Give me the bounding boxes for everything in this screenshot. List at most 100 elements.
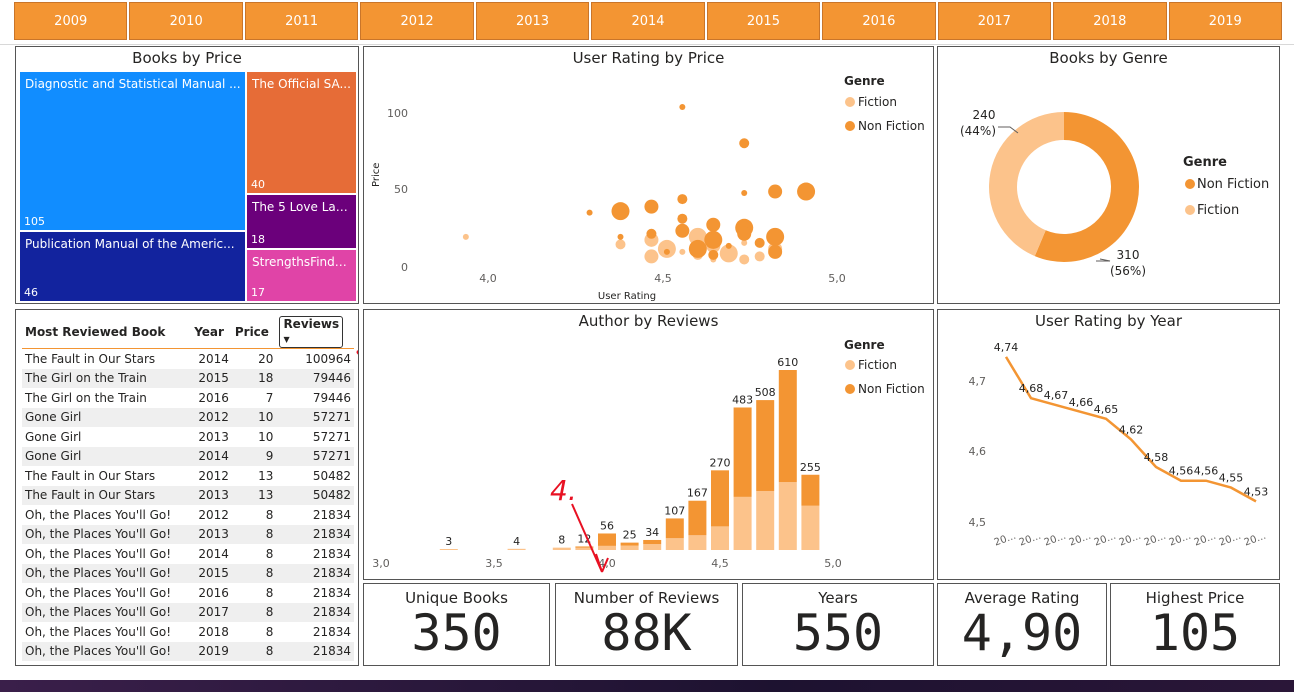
table-row[interactable]: Gone Girl 2012 10 57271 bbox=[22, 407, 354, 427]
leader-line bbox=[1096, 258, 1111, 262]
table-cell: 2013 bbox=[198, 429, 229, 444]
year-button-2014[interactable]: 2014 bbox=[591, 2, 705, 40]
table-cell: 2012 bbox=[198, 468, 229, 483]
donut-label-value: 310 bbox=[1117, 248, 1140, 262]
x-tick-label: 3,5 bbox=[485, 557, 503, 570]
table-cell: 2016 bbox=[198, 585, 229, 600]
bar-segment-fiction bbox=[801, 505, 820, 550]
most-reviewed-table-panel: Most Reviewed Book Year Price Reviews ▼ … bbox=[15, 309, 359, 666]
table-row[interactable]: Oh, the Places You'll Go! 2018 8 21834 bbox=[22, 622, 354, 642]
table-row[interactable]: Oh, the Places You'll Go! 2017 8 21834 bbox=[22, 602, 354, 622]
bar-segment-fiction bbox=[778, 482, 797, 550]
card-unique-books: Unique Books 350 bbox=[363, 583, 550, 666]
scatter-point bbox=[741, 190, 748, 197]
treemap-cell[interactable]: The Official SA... 40 bbox=[247, 72, 356, 193]
year-button-2013[interactable]: 2013 bbox=[475, 2, 590, 40]
table-cell: 21834 bbox=[276, 563, 354, 583]
donut-label-pct: (56%) bbox=[1110, 264, 1146, 278]
table-cell: 8 bbox=[231, 602, 277, 622]
treemap-cell[interactable]: The 5 Love Lan... 18 bbox=[247, 195, 356, 248]
scatter-point bbox=[679, 104, 686, 111]
bar-segment-nonfiction bbox=[598, 533, 616, 546]
panel-title: Books by Price bbox=[132, 49, 242, 67]
table-cell: 21834 bbox=[276, 602, 354, 622]
year-button-2019[interactable]: 2019 bbox=[1168, 2, 1282, 40]
table-row[interactable]: The Fault in Our Stars 2012 13 50482 bbox=[22, 466, 354, 486]
year-button-2012[interactable]: 2012 bbox=[360, 2, 474, 40]
bar-segment-fiction bbox=[643, 544, 662, 550]
scatter-point bbox=[704, 230, 723, 249]
bar-total-label: 4 bbox=[513, 535, 520, 548]
bar-total-label: 8 bbox=[558, 534, 565, 547]
card-value: 4,90 bbox=[961, 604, 1083, 662]
treemap-cell[interactable]: StrengthsFinde... 17 bbox=[247, 250, 356, 301]
treemap-cell-value: 17 bbox=[251, 286, 265, 299]
footer-band bbox=[0, 680, 1294, 692]
x-tick-label: 20... bbox=[1018, 531, 1043, 549]
table-cell: 21834 bbox=[312, 585, 351, 600]
treemap-cell-name: Diagnostic and Statistical Manual ... bbox=[25, 77, 241, 91]
bar-segment-fiction bbox=[711, 526, 729, 550]
table-row[interactable]: Oh, the Places You'll Go! 2013 8 21834 bbox=[22, 524, 354, 544]
scatter-point bbox=[706, 217, 721, 232]
scatter-point bbox=[739, 254, 750, 265]
column-header-price[interactable]: Price bbox=[231, 316, 277, 349]
table-cell: Oh, the Places You'll Go! bbox=[25, 624, 172, 639]
table-row[interactable]: Oh, the Places You'll Go! 2016 8 21834 bbox=[22, 583, 354, 603]
legend-title: Genre bbox=[844, 74, 885, 88]
table-row[interactable]: The Girl on the Train 2016 7 79446 bbox=[22, 388, 354, 408]
x-tick-label: 20... bbox=[1218, 531, 1243, 549]
treemap-cell[interactable]: Publication Manual of the Americ... 46 bbox=[20, 232, 245, 301]
table-row[interactable]: Oh, the Places You'll Go! 2012 8 21834 bbox=[22, 505, 354, 525]
line-data-label: 4,67 bbox=[1044, 389, 1069, 402]
bar-segment-fiction bbox=[598, 545, 616, 550]
x-tick-label: 20... bbox=[1143, 531, 1168, 549]
stacked-bar-chart: Genre Fiction Non Fiction 3,0 3,5 4,0 4,… bbox=[372, 338, 925, 573]
x-tick-label: 3,0 bbox=[372, 557, 390, 570]
table-cell: 18 bbox=[231, 368, 277, 388]
scatter-point bbox=[615, 239, 626, 250]
treemap-cell[interactable]: Diagnostic and Statistical Manual ... 10… bbox=[20, 72, 245, 230]
line-data-label: 4,56 bbox=[1194, 465, 1219, 478]
x-tick-label: 20... bbox=[993, 531, 1018, 549]
table-row[interactable]: Oh, the Places You'll Go! 2015 8 21834 bbox=[22, 563, 354, 583]
bar-segment-fiction bbox=[756, 490, 775, 550]
bar-segment-fiction bbox=[507, 548, 526, 550]
year-button-2018[interactable]: 2018 bbox=[1053, 2, 1167, 40]
bar-total-label: 107 bbox=[664, 504, 685, 517]
column-header-reviews[interactable]: Reviews ▼ bbox=[276, 316, 354, 349]
table-cell: 79446 bbox=[312, 390, 351, 405]
scatter-point bbox=[646, 228, 657, 239]
card-value: 105 bbox=[1149, 604, 1241, 662]
legend-marker-nonfiction bbox=[845, 121, 855, 131]
column-header-year[interactable]: Year bbox=[191, 316, 232, 349]
table-cell: 100964 bbox=[305, 351, 351, 366]
column-header-book[interactable]: Most Reviewed Book bbox=[22, 316, 192, 349]
table-row[interactable]: Oh, the Places You'll Go! 2014 8 21834 bbox=[22, 544, 354, 564]
table-row[interactable]: Gone Girl 2014 9 57271 bbox=[22, 446, 354, 466]
year-button-2009[interactable]: 2009 bbox=[14, 2, 128, 40]
table-cell: 57271 bbox=[312, 429, 351, 444]
treemap-cell-value: 46 bbox=[24, 286, 38, 299]
legend-label-fiction: Fiction bbox=[858, 95, 897, 109]
user-rating-by-year-panel: User Rating by Year 4,7 4,6 4,5 4,74 20..… bbox=[937, 309, 1280, 580]
scatter-point bbox=[586, 209, 593, 216]
scatter-point bbox=[657, 239, 676, 258]
year-button-2016[interactable]: 2016 bbox=[822, 2, 936, 40]
year-button-2017[interactable]: 2017 bbox=[937, 2, 1052, 40]
table-row[interactable]: The Fault in Our Stars 2014 20 100964 bbox=[22, 349, 354, 369]
table-cell: 2013 bbox=[191, 524, 232, 544]
year-button-2011[interactable]: 2011 bbox=[244, 2, 359, 40]
year-button-2010[interactable]: 2010 bbox=[129, 2, 243, 40]
x-tick-label: 4,5 bbox=[654, 272, 672, 285]
table-row[interactable]: Gone Girl 2013 10 57271 bbox=[22, 427, 354, 447]
table-row[interactable]: The Girl on the Train 2015 18 79446 bbox=[22, 368, 354, 388]
bar-segment-fiction bbox=[733, 496, 752, 550]
table-row[interactable]: Oh, the Places You'll Go! 2019 8 21834 bbox=[22, 641, 354, 661]
table-cell: 57271 bbox=[276, 407, 354, 427]
line-data-label: 4,74 bbox=[994, 341, 1019, 354]
table-cell: 2014 bbox=[198, 351, 229, 366]
year-button-2015[interactable]: 2015 bbox=[706, 2, 821, 40]
table-cell: 21834 bbox=[312, 546, 351, 561]
table-row[interactable]: The Fault in Our Stars 2013 13 50482 bbox=[22, 485, 354, 505]
